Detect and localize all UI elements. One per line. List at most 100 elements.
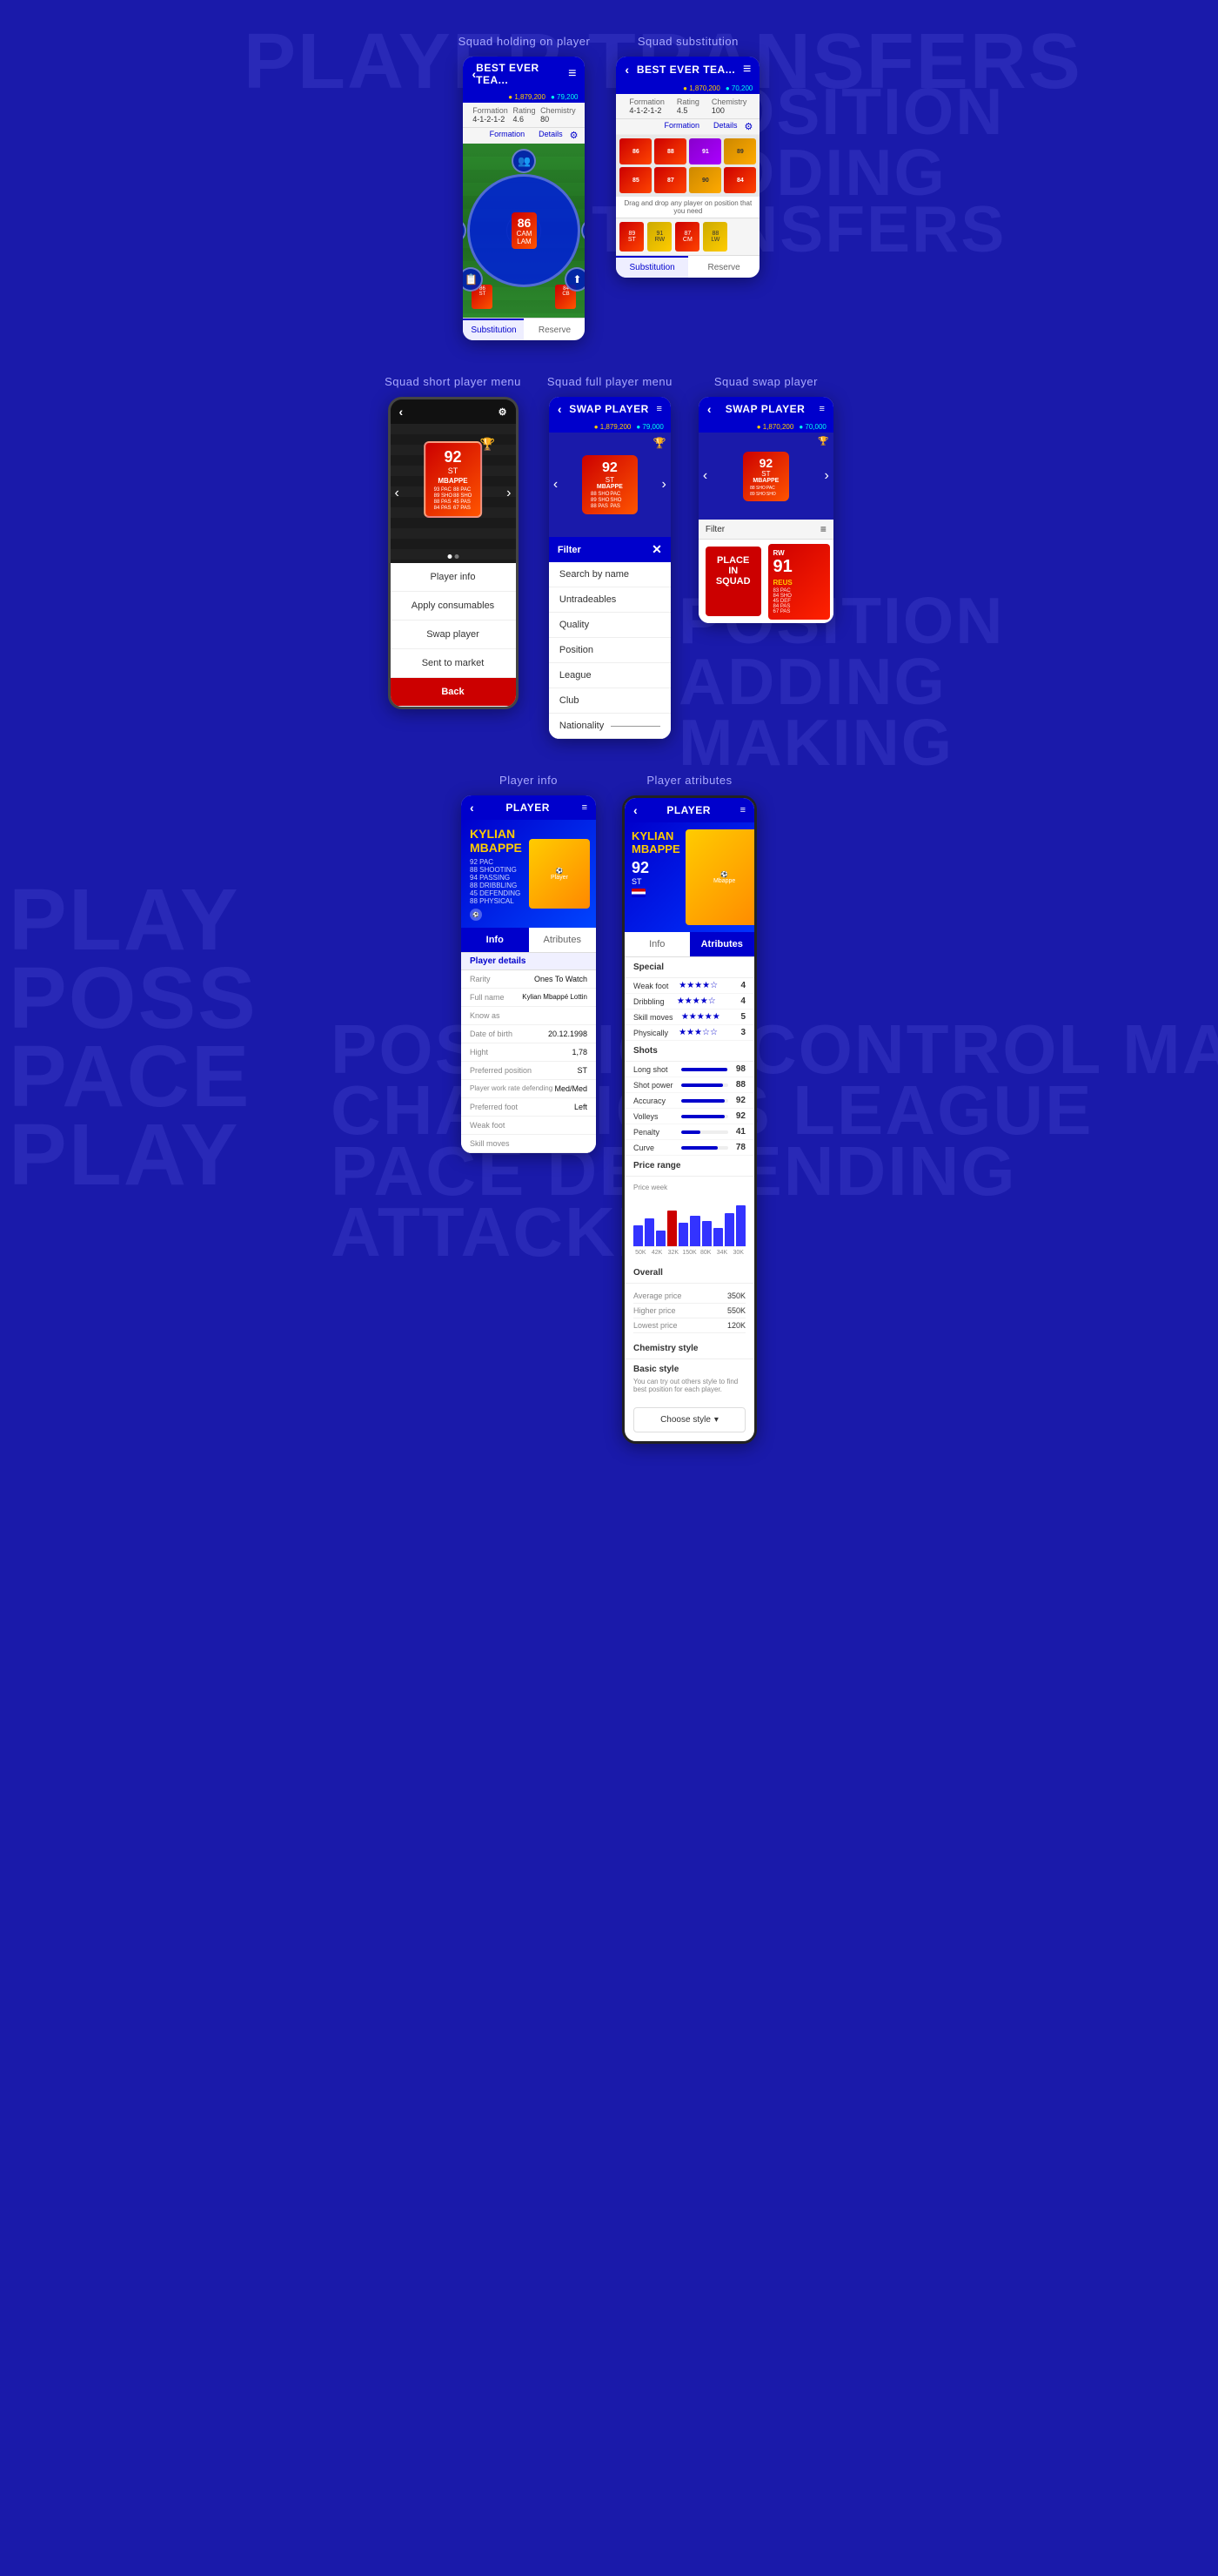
menu-icon-1[interactable]: ≡	[568, 66, 576, 82]
info-menu-icon[interactable]: ≡	[582, 802, 587, 813]
right-arrow[interactable]: ›	[506, 486, 511, 501]
info-tab-info[interactable]: Info	[461, 928, 529, 952]
hi-name: MBAPPE	[434, 477, 472, 485]
choose-style-button[interactable]: Choose style ▾	[633, 1407, 746, 1432]
attr-info-tabs: Info Atributes	[625, 932, 754, 957]
action-icon-right[interactable]: 👤	[581, 218, 585, 243]
dark-menu[interactable]: ⚙	[499, 406, 507, 418]
swap-menu-icon[interactable]: ≡	[819, 404, 824, 414]
attr-dribbling: Dribbling ★★★★☆ 4	[625, 994, 754, 1010]
shot-power: Shot power 88	[625, 1077, 754, 1093]
squad-short-title: Squad short player menu	[385, 375, 521, 388]
fc-icon: 🏆	[653, 437, 666, 449]
swap-back[interactable]: ‹	[707, 402, 712, 416]
back-arrow-2[interactable]: ‹	[625, 63, 629, 77]
filter-quality[interactable]: Quality	[549, 613, 671, 638]
left-arrow[interactable]: ‹	[395, 486, 399, 501]
drag-card-3[interactable]: 87CM	[675, 222, 699, 252]
attr-menu-icon[interactable]: ≡	[740, 805, 746, 815]
shot-curve: Curve 78	[625, 1140, 754, 1156]
swap-right[interactable]: ›	[825, 468, 829, 484]
filter-panel: Search by name Untradeables Quality Posi…	[549, 562, 671, 739]
filter-club[interactable]: Club	[549, 688, 671, 714]
attr-tab-info[interactable]: Info	[625, 932, 690, 956]
menu-back[interactable]: Back	[391, 678, 516, 707]
carousel-left[interactable]: ‹	[553, 477, 558, 493]
drag-card-2[interactable]: 91RW	[647, 222, 672, 252]
player-info-title: Player info	[499, 774, 558, 787]
tab-substitution-1[interactable]: Substitution	[463, 319, 524, 340]
squad-full-phone: ‹ SWAP PLAYER ≡ ● 1,879,200 ● 79,000 ‹ 9…	[549, 397, 671, 739]
action-icon-top[interactable]: 👥	[512, 149, 536, 173]
full-header: ‹ SWAP PLAYER ≡	[549, 397, 671, 421]
dark-back[interactable]: ‹	[399, 405, 404, 419]
row-1: Squad holding on player ‹ BEST EVER TEA.…	[0, 35, 1218, 340]
price-overall: Average price 350K Higher price 550K Low…	[625, 1284, 754, 1338]
detail-know-as: Know as	[461, 1007, 596, 1025]
squad-holding-block: Squad holding on player ‹ BEST EVER TEA.…	[458, 35, 591, 340]
info-back[interactable]: ‹	[470, 801, 474, 815]
hi-rating: 92	[434, 448, 472, 466]
drag-card-4[interactable]: 88LW	[703, 222, 727, 252]
menu-sent-to-market[interactable]: Sent to market	[391, 649, 516, 678]
grid-card-4[interactable]: 89	[724, 138, 756, 164]
grid-card-7[interactable]: 90	[689, 167, 721, 193]
menu-icon-2[interactable]: ≡	[743, 62, 751, 77]
action-icon-left[interactable]: 🔄	[463, 218, 466, 243]
squad-short-menu-block: Squad short player menu ‹ ⚙ 92 S	[385, 375, 521, 739]
bar-fill-accuracy	[681, 1099, 725, 1103]
bar-curve	[681, 1146, 728, 1150]
carousel-right[interactable]: ›	[662, 477, 666, 493]
attr-tab-attributes[interactable]: Atributes	[690, 932, 755, 956]
full-menu-icon[interactable]: ≡	[656, 404, 661, 414]
nationality-line	[611, 726, 660, 727]
filter-untradeables[interactable]: Untradeables	[549, 587, 671, 613]
tab-reserve-1[interactable]: Reserve	[524, 319, 585, 340]
grid-card-8[interactable]: 84	[724, 167, 756, 193]
action-icon-bottom-left[interactable]: 📋	[463, 267, 483, 292]
bar-7	[702, 1221, 712, 1247]
grid-card-5[interactable]: 85	[619, 167, 652, 193]
swap-name: MBAPPE	[750, 478, 782, 484]
menu-swap-player[interactable]: Swap player	[391, 621, 516, 649]
attr-rating: 92	[632, 859, 680, 877]
bar-1	[633, 1225, 643, 1246]
grid-card-3[interactable]: 91	[689, 138, 721, 164]
rating-value: 4.6	[512, 115, 524, 124]
filter-nationality[interactable]: Nationality	[549, 714, 671, 739]
bar-4-red	[667, 1211, 677, 1246]
chart-labels: 50K 42K 32K 150K 80K 34K 30K	[633, 1250, 746, 1256]
action-icon-bottom-right[interactable]: ⬆	[565, 267, 585, 292]
grid-card-2[interactable]: 88	[654, 138, 686, 164]
price-range-section-header: Price range	[625, 1156, 754, 1177]
info-tab-attributes[interactable]: Atributes	[529, 928, 597, 952]
tab-reserve-2[interactable]: Reserve	[688, 256, 760, 278]
drag-card-1[interactable]: 89ST	[619, 222, 644, 252]
menu-apply-consumables[interactable]: Apply consumables	[391, 592, 516, 621]
details-link[interactable]: Details	[539, 130, 563, 141]
swap-filter-icon[interactable]: ≡	[820, 523, 826, 535]
filter-league[interactable]: League	[549, 663, 671, 688]
dark-field: 92 ST MBAPPE 93 PAC88 PAC 89 SHO88 SHO 8…	[391, 424, 516, 563]
swap-left[interactable]: ‹	[703, 468, 707, 484]
menu-player-info[interactable]: Player info	[391, 563, 516, 592]
attr-back[interactable]: ‹	[633, 803, 638, 817]
tab-substitution-2[interactable]: Substitution	[616, 256, 688, 278]
filter-search-by-name[interactable]: Search by name	[549, 562, 671, 587]
reus-card[interactable]: RW 91 REUS 83 PAC 84 SHO 45 DEF 84 PAS 6…	[768, 544, 830, 620]
formation-bar-2: Formation 4-1-2-1-2 Rating 4.5 Chemistry…	[616, 94, 760, 119]
filter-close[interactable]: ✕	[652, 542, 662, 557]
grid-card-6[interactable]: 87	[654, 167, 686, 193]
bar-long-shot	[681, 1068, 728, 1071]
formation-label: Formation	[472, 106, 508, 115]
grid-card-1[interactable]: 86	[619, 138, 652, 164]
filter-position[interactable]: Position	[549, 638, 671, 663]
full-back[interactable]: ‹	[558, 402, 562, 416]
swap-title: SWAP PLAYER	[726, 403, 806, 415]
shot-long: Long shot 98	[625, 1062, 754, 1077]
full-title: SWAP PLAYER	[569, 403, 649, 415]
coins-teal-1: ● 79,200	[551, 93, 579, 101]
settings-icon[interactable]: ⚙	[570, 130, 579, 141]
info-tabs: Info Atributes	[461, 928, 596, 953]
formation-link[interactable]: Formation	[490, 130, 525, 141]
